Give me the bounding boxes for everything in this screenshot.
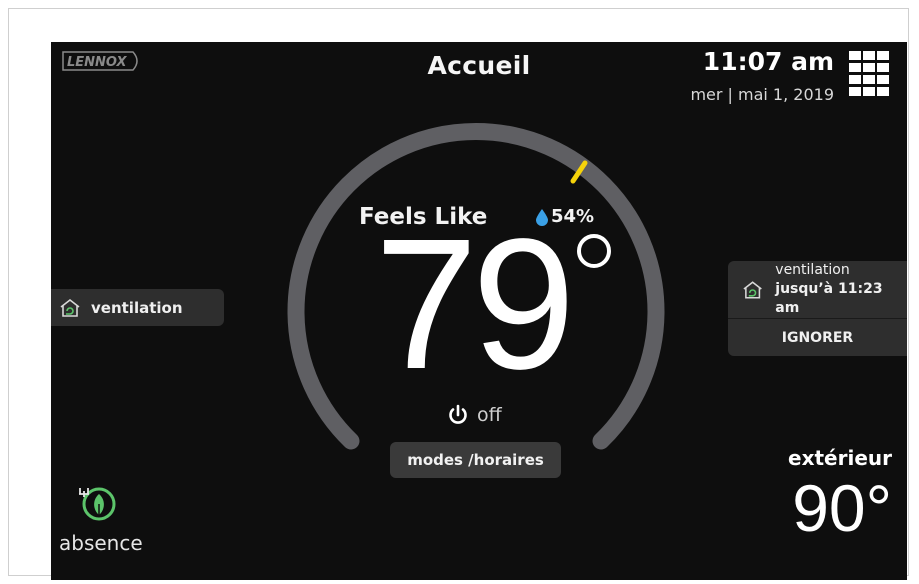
system-power[interactable]: off xyxy=(447,404,502,426)
system-state: off xyxy=(477,404,502,426)
leaf-plug-icon[interactable] xyxy=(75,484,117,524)
outside-temperature: 90° xyxy=(792,471,892,545)
ventilation-notice: ventilation jusqu’à 11:23 am xyxy=(728,261,907,318)
ventilation-label: ventilation xyxy=(91,298,183,317)
power-icon xyxy=(449,404,467,424)
ventilation-notification: ventilation jusqu’à 11:23 am IGNORER xyxy=(728,261,907,356)
ventilation-house-icon xyxy=(743,280,762,299)
device-frame: LENNOX Accueil 11:07 am mer | mai 1, 201… xyxy=(8,8,909,580)
degree-symbol xyxy=(577,234,611,268)
notice-line1: ventilation xyxy=(775,262,850,278)
outside-label: extérieur xyxy=(788,446,892,470)
away-label[interactable]: absence xyxy=(59,531,143,555)
ventilation-button[interactable]: ventilation xyxy=(51,289,224,326)
ventilation-house-icon xyxy=(60,298,80,317)
modes-schedules-button[interactable]: modes /horaires xyxy=(390,442,561,478)
current-temperature[interactable]: 79 xyxy=(347,212,597,398)
notice-line2: jusqu’à 11:23 am xyxy=(775,281,883,316)
ignore-button[interactable]: IGNORER xyxy=(728,319,907,356)
thermostat-screen: LENNOX Accueil 11:07 am mer | mai 1, 201… xyxy=(51,42,907,580)
